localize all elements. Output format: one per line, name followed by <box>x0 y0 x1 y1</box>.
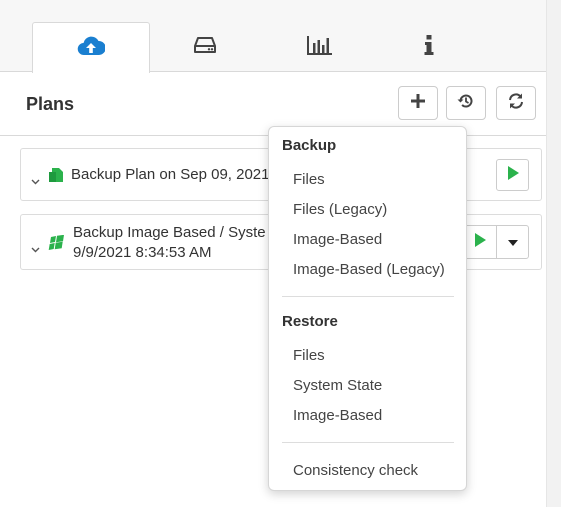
plan-name: Backup Plan on Sep 09, 2021 <box>71 166 270 183</box>
chevron-down-icon[interactable] <box>31 240 40 258</box>
menu-item-restore-system-state[interactable]: System State <box>293 377 382 394</box>
windows-icon <box>48 234 65 256</box>
menu-heading-backup: Backup <box>282 137 337 154</box>
menu-heading-restore: Restore <box>282 313 338 330</box>
tab-bar <box>0 0 546 73</box>
plan-name: Backup Image Based / Syste <box>73 224 266 241</box>
hard-drive-icon <box>193 35 217 60</box>
menu-divider <box>282 442 454 443</box>
tab-storage[interactable] <box>147 22 263 72</box>
menu-item-consistency-check[interactable]: Consistency check <box>293 462 418 479</box>
plan-options-button[interactable] <box>496 225 529 259</box>
menu-divider <box>282 296 454 297</box>
menu-item-backup-image-based[interactable]: Image-Based <box>293 231 382 248</box>
history-icon <box>457 92 475 115</box>
menu-item-backup-files[interactable]: Files <box>293 171 325 188</box>
file-backup-icon <box>48 167 64 188</box>
menu-item-restore-image-based[interactable]: Image-Based <box>293 407 382 424</box>
menu-item-backup-files-legacy[interactable]: Files (Legacy) <box>293 201 387 218</box>
tab-backup[interactable] <box>32 22 150 73</box>
bar-chart-icon <box>306 34 334 61</box>
page-title: Plans <box>26 94 75 114</box>
menu-item-backup-image-based-legacy[interactable]: Image-Based (Legacy) <box>293 261 445 278</box>
refresh-button[interactable] <box>496 86 536 120</box>
tab-info[interactable] <box>371 22 487 72</box>
run-plan-button[interactable] <box>496 159 529 191</box>
caret-down-icon <box>507 233 518 251</box>
add-plan-menu: Backup Files Files (Legacy) Image-Based … <box>268 126 467 491</box>
right-gutter <box>546 0 561 507</box>
play-icon <box>507 165 519 185</box>
info-icon <box>423 34 435 61</box>
play-icon <box>474 232 486 252</box>
history-button[interactable] <box>446 86 486 120</box>
menu-item-restore-files[interactable]: Files <box>293 347 325 364</box>
chevron-down-icon[interactable] <box>31 172 40 190</box>
plan-date: 9/9/2021 8:34:53 AM <box>73 244 212 261</box>
plus-icon <box>411 93 425 113</box>
cloud-upload-icon <box>77 35 106 62</box>
refresh-icon <box>507 92 525 115</box>
tab-reports[interactable] <box>262 22 378 72</box>
add-plan-button[interactable] <box>398 86 438 120</box>
